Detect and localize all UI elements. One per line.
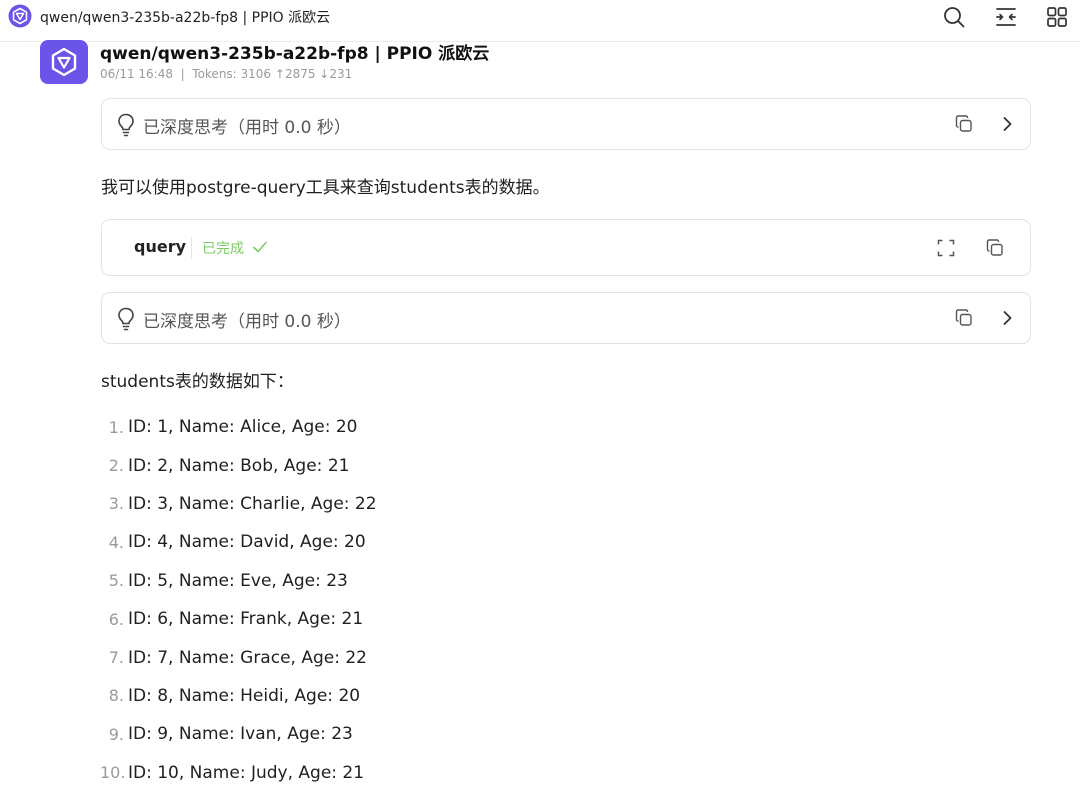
intro-text: 我可以使用postgre-query工具来查询students表的数据。 <box>101 178 550 198</box>
list-item: 7. ID: 7, Name: Grace, Age: 22 <box>100 638 700 676</box>
check-icon <box>252 239 268 255</box>
list-text: ID: 5, Name: Eve, Age: 23 <box>128 570 348 591</box>
grid-icon[interactable] <box>1043 3 1071 31</box>
list-number: 3. <box>108 494 124 514</box>
search-icon[interactable] <box>940 3 968 31</box>
app-logo-icon <box>8 4 32 28</box>
qwen-logo-icon <box>51 47 77 77</box>
list-number: 5. <box>108 571 124 591</box>
list-text: ID: 9, Name: Ivan, Age: 23 <box>128 724 353 745</box>
tool-name: query <box>134 237 187 256</box>
list-number: 9. <box>108 724 124 744</box>
list-number: 6. <box>108 609 124 629</box>
list-number: 4. <box>108 532 124 552</box>
list-item: 3. ID: 3, Name: Charlie, Age: 22 <box>100 485 700 523</box>
list-text: ID: 2, Name: Bob, Age: 21 <box>128 455 350 476</box>
chevron-right-icon[interactable] <box>998 115 1016 133</box>
lightbulb-icon <box>116 306 136 332</box>
list-number: 2. <box>108 456 124 476</box>
list-item: 9. ID: 9, Name: Ivan, Age: 23 <box>100 715 700 753</box>
model-avatar <box>40 40 88 84</box>
copy-icon[interactable] <box>985 238 1005 258</box>
list-number: 1. <box>108 417 124 437</box>
message-meta: 06/11 16:48 | Tokens: 3106 ↑2875 ↓231 <box>100 67 353 81</box>
list-text: ID: 1, Name: Alice, Age: 20 <box>128 417 358 438</box>
list-number: 7. <box>108 648 124 668</box>
list-item: 5. ID: 5, Name: Eve, Age: 23 <box>100 562 700 600</box>
list-text: ID: 7, Name: Grace, Age: 22 <box>128 647 367 668</box>
copy-icon[interactable] <box>954 114 974 134</box>
title-bar: qwen/qwen3-235b-a22b-fp8 | PPIO 派欧云 <box>0 0 1080 34</box>
result-list: 1. ID: 1, Name: Alice, Age: 20 2. ID: 2, N… <box>100 408 700 786</box>
expand-icon[interactable] <box>936 238 956 258</box>
result-intro: students表的数据如下： <box>101 372 294 392</box>
list-text: ID: 6, Name: Frank, Age: 21 <box>128 609 364 630</box>
thinking-card[interactable]: 已深度思考（用时 0.0 秒） <box>101 292 1031 344</box>
list-text: ID: 10, Name: Judy, Age: 21 <box>128 762 365 783</box>
list-text: ID: 8, Name: Heidi, Age: 20 <box>128 685 361 706</box>
chevron-right-icon[interactable] <box>998 309 1016 327</box>
list-item: 4. ID: 4, Name: David, Age: 20 <box>100 523 700 561</box>
list-text: ID: 3, Name: Charlie, Age: 22 <box>128 493 377 514</box>
tool-divider <box>191 237 192 259</box>
list-item: 8. ID: 8, Name: Heidi, Age: 20 <box>100 677 700 715</box>
list-item: 10. ID: 10, Name: Judy, Age: 21 <box>100 754 700 786</box>
thinking-label: 已深度思考（用时 0.0 秒） <box>143 312 351 332</box>
message-title: qwen/qwen3-235b-a22b-fp8 | PPIO 派欧云 <box>100 44 490 64</box>
toggle-panel-icon[interactable] <box>992 3 1020 31</box>
lightbulb-icon <box>116 112 136 138</box>
list-item: 2. ID: 2, Name: Bob, Age: 21 <box>100 446 700 484</box>
copy-icon[interactable] <box>954 308 974 328</box>
tool-status: 已完成 <box>202 241 244 257</box>
list-text: ID: 4, Name: David, Age: 20 <box>128 532 366 553</box>
thinking-card[interactable]: 已深度思考（用时 0.0 秒） <box>101 98 1031 150</box>
list-item: 6. ID: 6, Name: Frank, Age: 21 <box>100 600 700 638</box>
list-item: 1. ID: 1, Name: Alice, Age: 20 <box>100 408 700 446</box>
thinking-label: 已深度思考（用时 0.0 秒） <box>143 118 351 138</box>
tool-call-card[interactable]: query 已完成 <box>101 219 1031 276</box>
list-number: 8. <box>108 686 124 706</box>
window-title: qwen/qwen3-235b-a22b-fp8 | PPIO 派欧云 <box>40 10 331 26</box>
list-number: 10. <box>100 763 126 783</box>
